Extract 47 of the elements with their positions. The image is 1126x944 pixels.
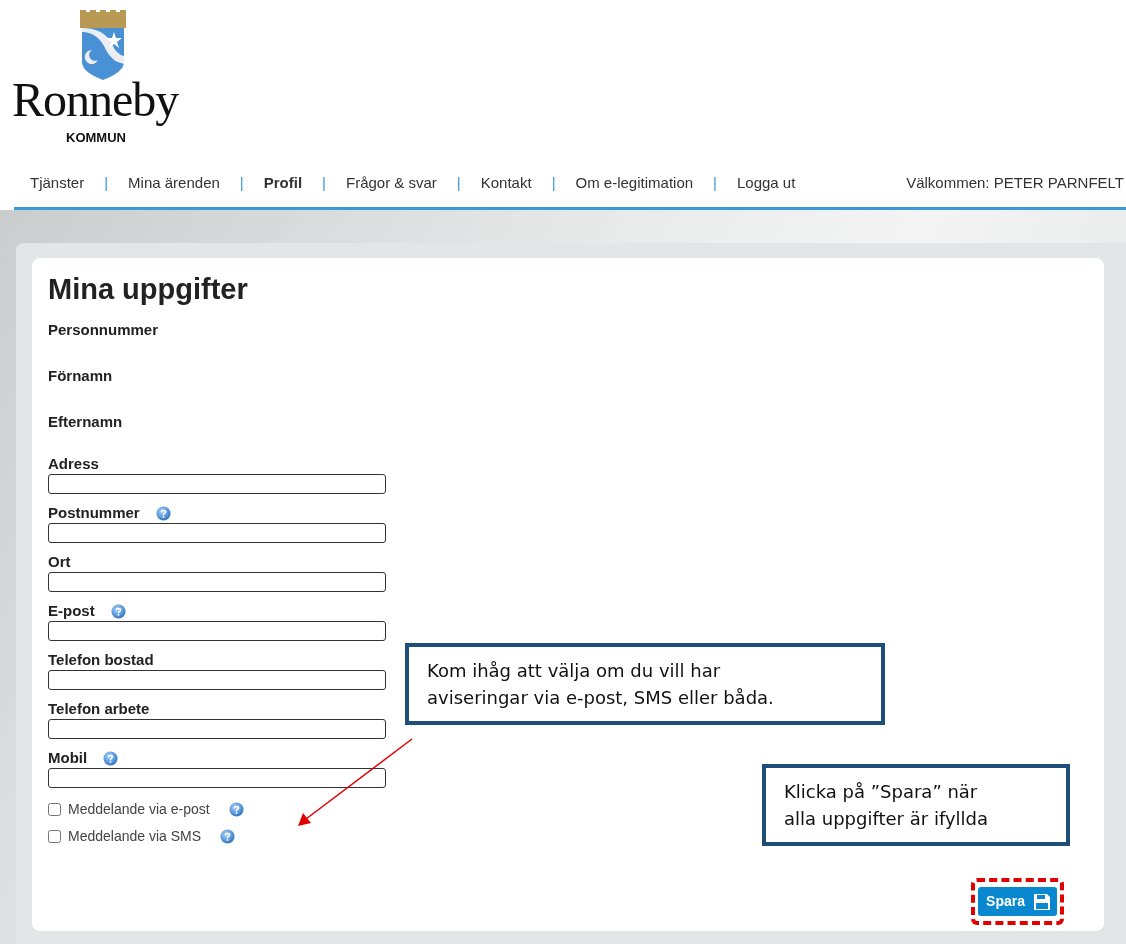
help-icon[interactable]: [103, 750, 119, 766]
nav-separator: |: [456, 173, 461, 194]
nav-link[interactable]: Om e-legitimation: [575, 172, 694, 195]
field-label: Telefon bostad: [48, 650, 154, 671]
save-button[interactable]: Spara: [978, 887, 1057, 916]
nav-link[interactable]: Tjänster: [30, 172, 85, 195]
checkbox-label: Meddelande via e-post: [68, 799, 210, 819]
input-field[interactable]: [48, 473, 386, 494]
checkbox[interactable]: [48, 802, 61, 816]
checkbox-label: Meddelande via SMS: [68, 826, 202, 846]
field-label: Telefon arbete: [48, 699, 150, 720]
field-label: Postnummer: [48, 503, 140, 524]
nav-separator: |: [551, 173, 556, 194]
field-label: Ort: [48, 552, 71, 573]
nav-link[interactable]: Mina ärenden: [128, 172, 220, 195]
input-field[interactable]: [48, 767, 386, 788]
help-icon[interactable]: [110, 603, 126, 619]
input-field[interactable]: [48, 669, 386, 690]
input-field[interactable]: [48, 620, 386, 641]
nav-link[interactable]: Frågor & svar: [346, 172, 437, 195]
help-icon[interactable]: [220, 828, 236, 844]
field-label: E-post: [48, 601, 95, 622]
nav-separator: |: [104, 173, 109, 194]
field-label: Mobil: [48, 748, 88, 769]
callout-note: Kom ihåg att välja om du vill har aviseringar via e-post, SMS eller båda.: [405, 643, 885, 725]
field-label: Adress: [48, 454, 99, 475]
help-icon[interactable]: [228, 801, 244, 817]
coat-of-arms-logo: [78, 10, 128, 80]
page-title: Mina uppgifter: [48, 272, 249, 307]
nav-link[interactable]: Kontakt: [480, 172, 532, 195]
checkbox[interactable]: [48, 829, 61, 843]
input-field[interactable]: [48, 718, 386, 739]
nav-link[interactable]: Logga ut: [737, 172, 796, 195]
nav-link[interactable]: Profil: [263, 172, 303, 195]
field-label: Personnummer: [48, 319, 160, 340]
field-label: Förnamn: [48, 365, 114, 386]
logo-wordmark: Ronneby: [12, 76, 180, 124]
logo-subtitle: KOMMUN: [66, 129, 127, 147]
input-field[interactable]: [48, 522, 386, 543]
nav-separator: |: [239, 173, 244, 194]
help-icon[interactable]: [155, 505, 171, 521]
nav-separator: |: [713, 173, 717, 194]
callout-note: Klicka på ”Spara” när alla uppgifter är ifyllda: [762, 764, 1070, 846]
field-label: Efternamn: [48, 411, 124, 432]
nav-separator: |: [322, 173, 326, 194]
input-field[interactable]: [48, 571, 386, 592]
welcome-text: Välkommen: PETER PARNFELT: [906, 173, 1124, 194]
